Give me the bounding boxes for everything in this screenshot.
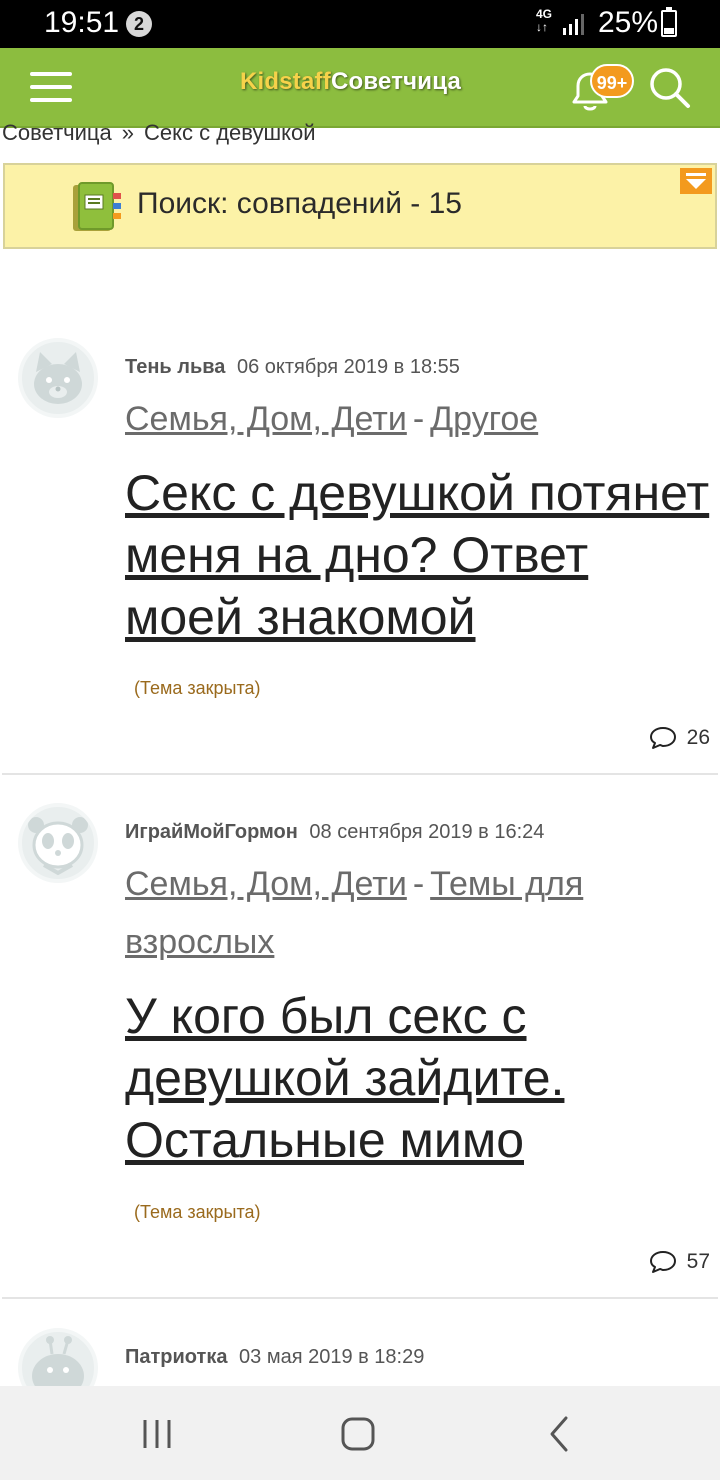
comments-count-value: 57 [686,1250,710,1273]
breadcrumb: Советчица » Секс с девушкой [2,120,316,146]
topic-closed-label: (Тема закрыта) [134,1202,261,1222]
comments-count[interactable]: 26 [649,726,710,750]
comment-bubble-icon [649,727,676,749]
back-icon[interactable] [536,1410,584,1458]
category-separator: - [412,865,425,903]
user-avatar[interactable] [18,803,98,883]
breadcrumb-separator: » [121,120,134,145]
notifications-badge[interactable]: 99+ [590,64,634,98]
topic-closed-label: (Тема закрыта) [134,678,261,698]
battery-percent: 25% [598,6,659,39]
post-meta: Патриотка 03 мая 2019 в 18:29 [125,1346,424,1369]
status-time: 19:51 [44,6,120,39]
home-icon[interactable] [334,1410,382,1458]
comment-bubble-icon [649,1251,676,1273]
subcategory-link[interactable]: Другое [430,400,538,438]
hamburger-menu-button[interactable] [26,64,76,110]
breadcrumb-item-sovetchica[interactable]: Советчица [2,120,112,145]
post-title-link[interactable]: У кого был секс с девушкой зайдите. Оста… [125,985,715,1171]
post-meta: Тень льва 06 октября 2019 в 18:55 [125,356,460,379]
category-separator: - [412,400,425,438]
post-author[interactable]: Тень льва [125,356,225,378]
status-bar: 19:51 2 4G ↓↑ 25% [0,0,720,48]
system-navigation-bar [0,1386,720,1480]
notebook-icon [73,182,121,231]
post-date: 03 мая 2019 в 18:29 [239,1346,425,1368]
network-indicator: 4G ↓↑ [536,7,553,34]
collapse-toggle-icon[interactable] [680,168,712,194]
recent-apps-icon[interactable] [133,1410,181,1458]
post-title-link[interactable]: Секс с девушкой потянет меня на дно? Отв… [125,462,715,648]
post-categories: Семья, Дом, Дети - Темы для взрослых [125,855,705,971]
comments-count[interactable]: 57 [649,1250,710,1274]
post-author[interactable]: ИграйМойГормон [125,821,298,843]
category-link[interactable]: Семья, Дом, Дети [125,865,407,903]
network-type: 4G [536,7,553,21]
post-divider [2,1297,718,1299]
search-results-banner: Поиск: совпадений - 15 [3,163,717,249]
post-date: 08 сентября 2019 в 16:24 [309,821,545,843]
signal-icon [563,14,584,35]
comments-count-value: 26 [686,726,710,749]
site-logo[interactable]: KidstaffСоветчица [240,68,461,96]
post-categories: Семья, Дом, Дети - Другое [125,390,705,448]
post-meta: ИграйМойГормон 08 сентября 2019 в 16:24 [125,821,544,844]
panda-avatar-icon [28,817,88,876]
notification-count-badge: 2 [126,11,152,37]
fox-avatar-icon [34,352,82,404]
app-bar: KidstaffСоветчица 99+ [0,48,720,128]
post-date: 06 октября 2019 в 18:55 [237,356,460,378]
logo-kidstaff: Kidstaff [240,68,331,95]
search-results-text: Поиск: совпадений - 15 [137,187,462,220]
menu-line-icon [30,85,72,89]
logo-sovetchica: Советчица [330,68,462,95]
post-author[interactable]: Патриотка [125,1346,227,1368]
category-link[interactable]: Семья, Дом, Дети [125,400,407,438]
menu-line-icon [30,72,72,76]
search-icon[interactable] [648,66,692,110]
battery-icon [661,7,677,37]
user-avatar[interactable] [18,338,98,418]
post-divider [2,773,718,775]
breadcrumb-item-current: Секс с девушкой [143,120,316,145]
menu-line-icon [30,98,72,102]
